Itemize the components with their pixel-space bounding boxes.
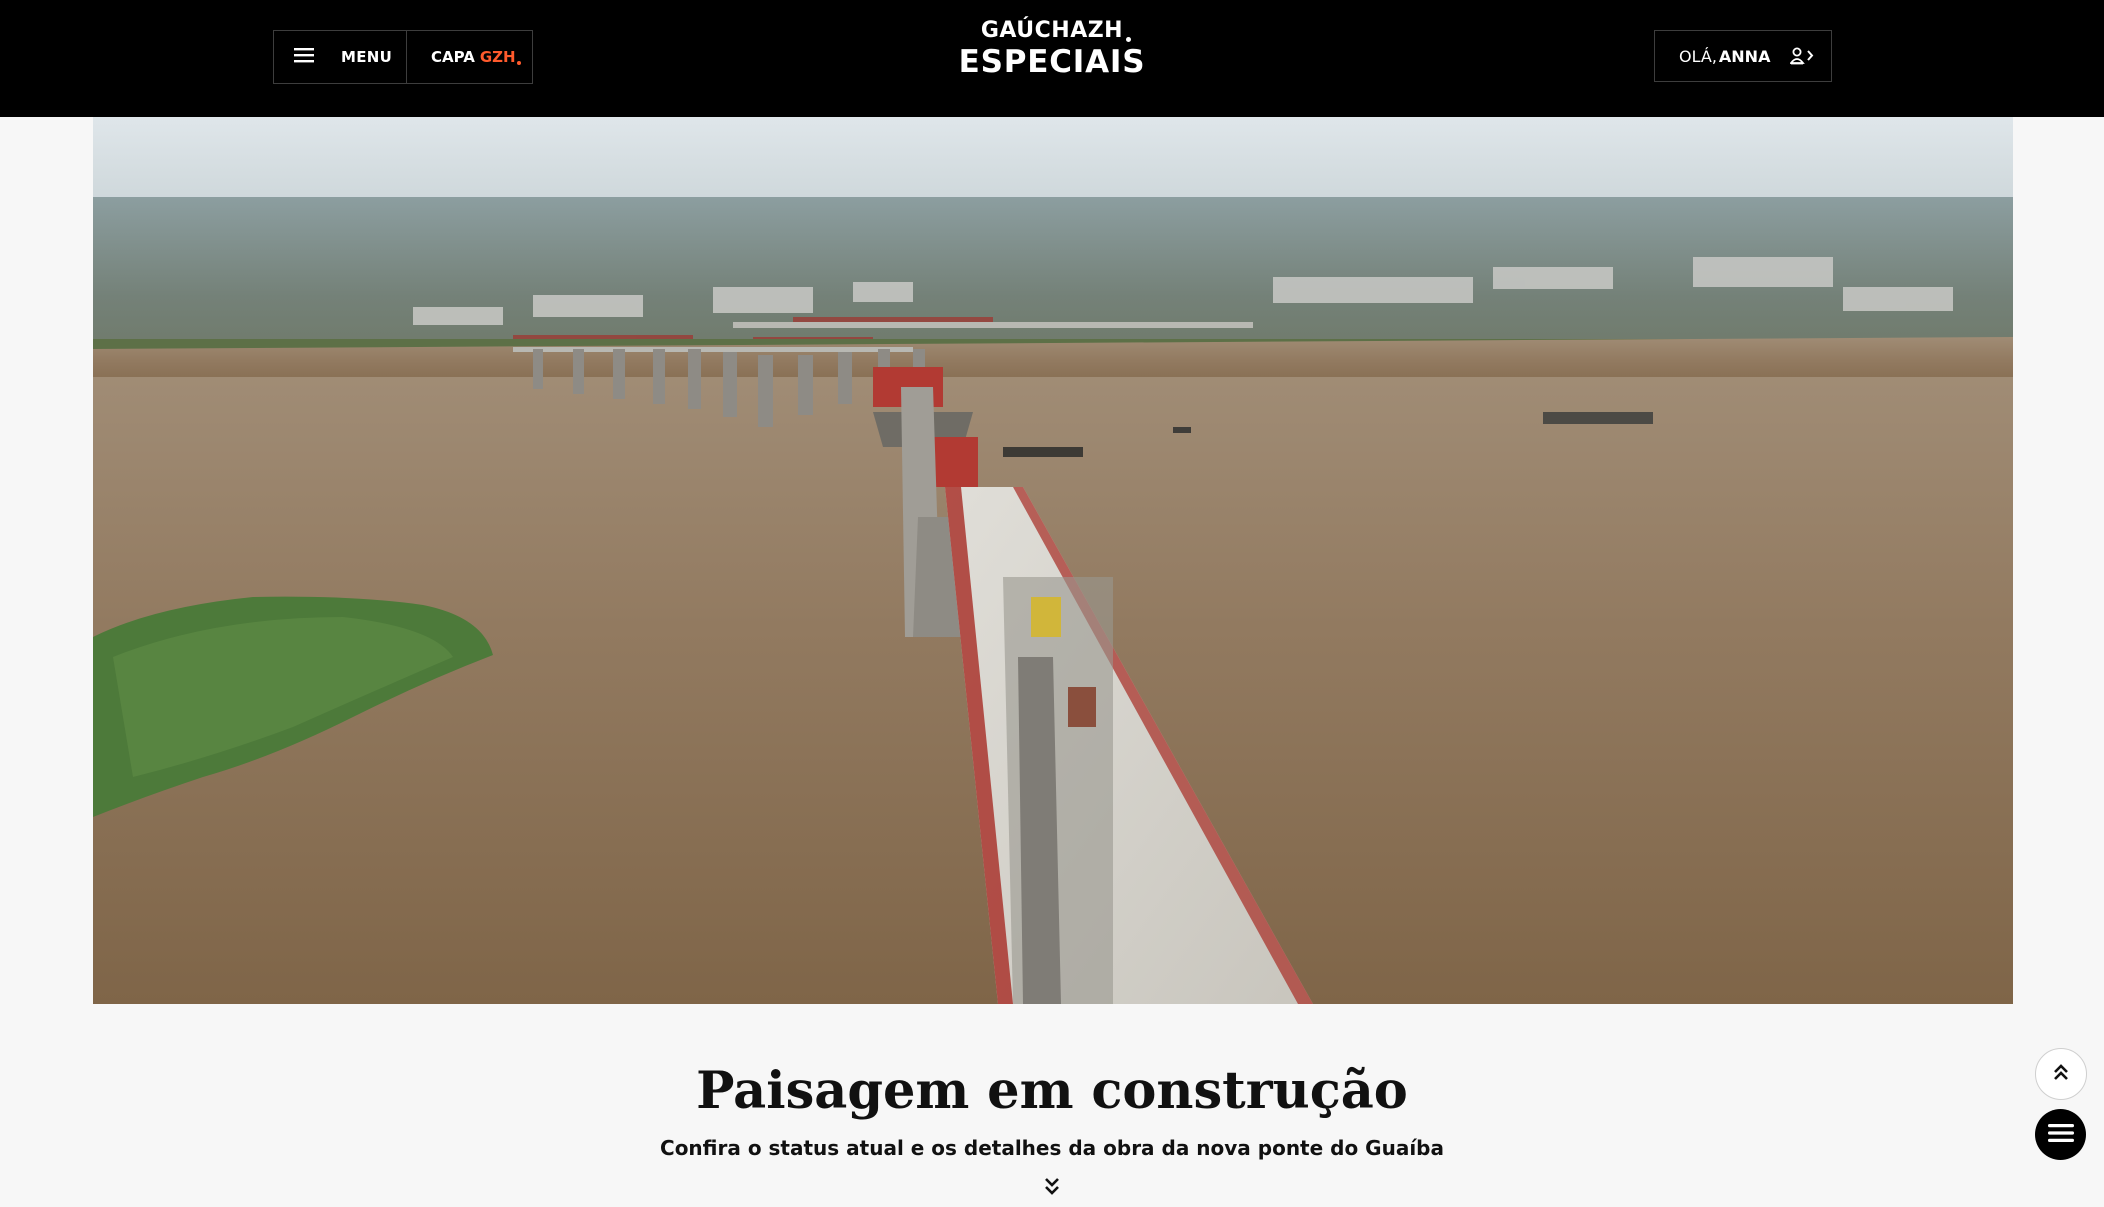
logo-brand: GAÚCHAZH xyxy=(980,18,1132,43)
user-account-button[interactable]: OLÁ, ANNA xyxy=(1654,30,1832,82)
floating-menu-button[interactable] xyxy=(2035,1109,2086,1160)
menu-icon xyxy=(2047,1123,2074,1147)
top-navigation-bar: MENU CAPA GZH GAÚCHAZH ESPECIAIS OLÁ, AN… xyxy=(0,0,2104,117)
back-to-top-button[interactable] xyxy=(2035,1048,2087,1100)
page-subtitle: Confira o status atual e os detalhes da … xyxy=(660,1136,1444,1160)
user-greeting: OLÁ, xyxy=(1679,46,1717,66)
user-name: ANNA xyxy=(1718,46,1771,66)
page-title: Paisagem em construção xyxy=(696,1061,1408,1122)
double-chevron-up-icon xyxy=(2051,1062,2071,1086)
user-icon xyxy=(1790,47,1816,65)
hero-image xyxy=(93,117,2013,1004)
double-chevron-down-icon[interactable] xyxy=(1040,1176,1064,1198)
